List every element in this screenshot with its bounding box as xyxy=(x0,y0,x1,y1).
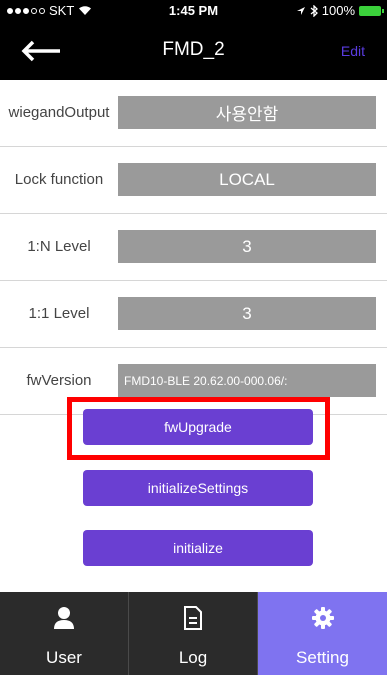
setting-label: Lock function xyxy=(14,171,104,188)
fw-upgrade-button[interactable]: fwUpgrade xyxy=(83,409,313,445)
tab-setting[interactable]: Setting xyxy=(258,592,387,675)
setting-value-fw-version: FMD10-BLE 20.62.00-000.06/: xyxy=(118,364,376,397)
setting-label: wiegandOutput xyxy=(8,104,110,121)
tab-label: Setting xyxy=(296,648,349,667)
setting-row-11-level: 1:1 Level 3 xyxy=(0,281,387,348)
document-icon xyxy=(184,606,202,630)
edit-button[interactable]: Edit xyxy=(341,43,365,59)
tab-bar: User Log Setting xyxy=(0,592,387,675)
initialize-settings-button[interactable]: initializeSettings xyxy=(83,470,313,506)
setting-row-wiegand-output: wiegandOutput 사용안함 xyxy=(0,80,387,147)
bluetooth-icon xyxy=(310,4,318,17)
location-icon xyxy=(296,6,305,15)
setting-label: 1:N Level xyxy=(27,238,91,255)
setting-row-lock-function: Lock function LOCAL xyxy=(0,147,387,214)
tab-label: Log xyxy=(178,648,208,667)
gear-icon xyxy=(311,607,334,629)
status-right: 100% xyxy=(296,3,384,18)
nav-bar: FMD_2 Edit xyxy=(0,22,387,80)
tab-user[interactable]: User xyxy=(0,592,129,675)
setting-value-lock-function[interactable]: LOCAL xyxy=(118,163,376,196)
screen: SKT 1:45 PM 100% FMD_2 Edit wiegandOutpu… xyxy=(0,0,387,675)
battery-label: 100% xyxy=(321,3,355,18)
page-title: FMD_2 xyxy=(162,39,225,60)
setting-value-wiegand-output[interactable]: 사용안함 xyxy=(118,96,376,129)
status-bar: SKT 1:45 PM 100% xyxy=(0,0,387,22)
setting-row-1n-level: 1:N Level 3 xyxy=(0,214,387,281)
settings-list: wiegandOutput 사용안함 Lock function LOCAL 1… xyxy=(0,80,387,415)
setting-value-11-level[interactable]: 3 xyxy=(118,297,376,330)
tab-label: User xyxy=(46,648,82,667)
battery-icon xyxy=(359,5,384,16)
tab-log[interactable]: Log xyxy=(129,592,258,675)
user-icon xyxy=(54,607,74,629)
initialize-button[interactable]: initialize xyxy=(83,530,313,566)
setting-value-1n-level[interactable]: 3 xyxy=(118,230,376,263)
setting-label: 1:1 Level xyxy=(28,305,90,322)
